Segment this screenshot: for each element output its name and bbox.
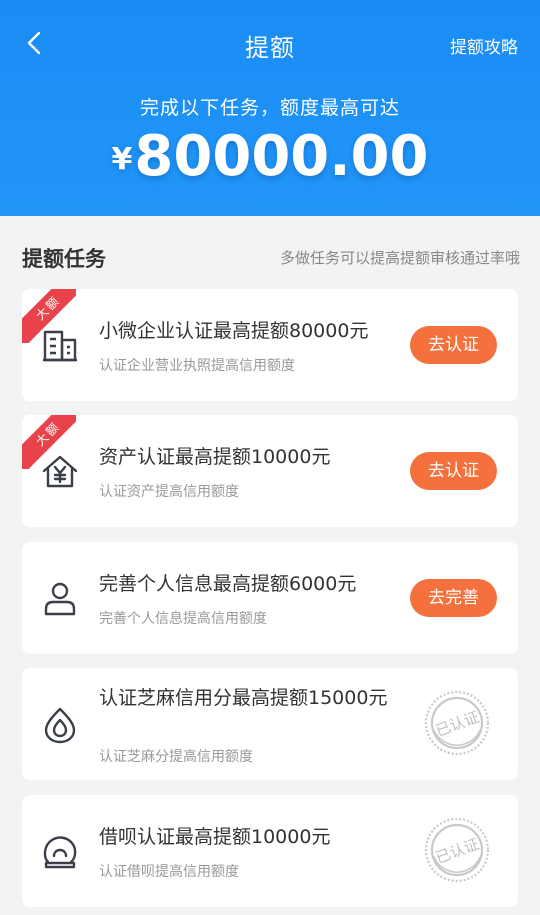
- task-title: 小微企业认证最高提额80000元: [99, 320, 369, 342]
- strategy-link[interactable]: 提额攻略: [450, 33, 518, 58]
- task-card-jiebei: 借呗认证最高提额10000元 认证借呗提高信用额度 已认证: [22, 795, 518, 907]
- task-desc: 认证资产提高信用额度: [99, 484, 239, 500]
- section-title: 提额任务: [22, 247, 106, 271]
- task-title: 借呗认证最高提额10000元: [99, 826, 331, 848]
- stamp-text: 已认证: [433, 835, 481, 867]
- task-card-asset: 大额 资产认证最高提额10000元 认证资产提高信用额度 去认证: [22, 415, 518, 527]
- stamp-text: 已认证: [433, 708, 481, 740]
- verified-stamp-icon: 已认证: [424, 690, 490, 756]
- task-title: 完善个人信息最高提额6000元: [99, 573, 357, 595]
- task-title: 认证芝麻信用分最高提额15000元: [99, 687, 388, 709]
- house-yen-icon: [42, 455, 78, 488]
- huabei-icon: [43, 836, 77, 869]
- task-desc: 完善个人信息提高信用额度: [99, 611, 267, 627]
- complete-button[interactable]: 去完善: [410, 579, 497, 617]
- sesame-icon: [44, 707, 76, 744]
- certify-button[interactable]: 去认证: [410, 326, 497, 364]
- amount-value: 80000.00: [134, 124, 429, 189]
- task-desc: 认证企业营业执照提高信用额度: [99, 358, 295, 374]
- task-card-personal-info: 完善个人信息最高提额6000元 完善个人信息提高信用额度 去完善: [22, 542, 518, 654]
- section-hint: 多做任务可以提高提额审核通过率哦: [279, 249, 520, 267]
- task-card-sesame: 认证芝麻信用分最高提额15000元 认证芝麻分提高信用额度 已认证: [22, 668, 518, 780]
- task-desc: 认证借呗提高信用额度: [99, 864, 239, 880]
- verified-stamp-icon: 已认证: [424, 817, 490, 883]
- max-amount: ¥80000.00: [0, 124, 540, 189]
- currency-symbol: ¥: [111, 142, 133, 177]
- task-desc: 认证芝麻分提高信用额度: [99, 749, 253, 765]
- header: 提额 提额攻略 完成以下任务，额度最高可达 ¥80000.00: [0, 0, 540, 216]
- task-card-enterprise: 大额 小微企业认证最高提额80000元 认证企业营业执照提高信用额度 去认证: [22, 289, 518, 401]
- task-title: 资产认证最高提额10000元: [99, 446, 331, 468]
- certify-button[interactable]: 去认证: [410, 452, 497, 490]
- person-icon: [44, 582, 76, 616]
- header-subtitle: 完成以下任务，额度最高可达: [139, 97, 400, 119]
- building-icon: [43, 330, 77, 362]
